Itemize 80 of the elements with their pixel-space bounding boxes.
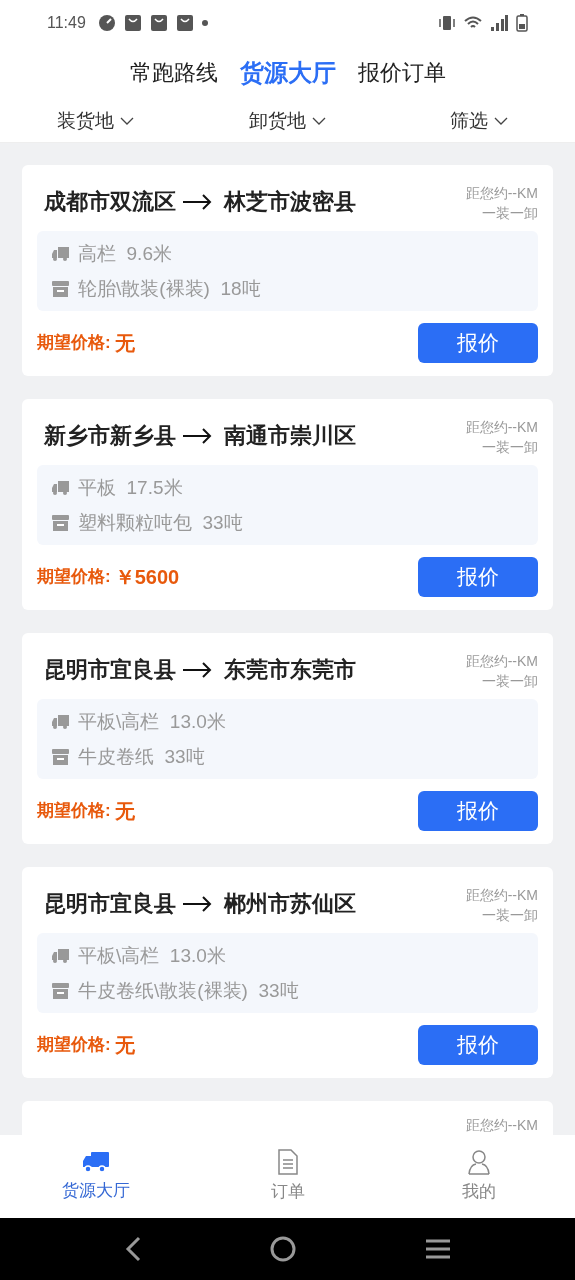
user-icon bbox=[467, 1148, 492, 1175]
dot-icon bbox=[201, 19, 208, 26]
cargo-text: 牛皮卷纸\散装(裸装) 33吨 bbox=[78, 979, 299, 1003]
vehicle-text: 平板\高栏 13.0米 bbox=[78, 944, 226, 968]
signal-icon bbox=[490, 14, 508, 31]
truck-icon bbox=[51, 713, 70, 730]
destination-city: 东莞市东莞市 bbox=[224, 656, 356, 684]
price-label: 期望价格: bbox=[37, 566, 111, 589]
top-tab[interactable]: 报价订单 bbox=[357, 56, 446, 89]
quote-button[interactable]: 报价 bbox=[418, 557, 538, 597]
document-icon bbox=[276, 1148, 299, 1175]
quote-button[interactable]: 报价 bbox=[418, 791, 538, 831]
home-icon[interactable] bbox=[269, 1236, 296, 1262]
price-label: 期望价格: bbox=[37, 332, 111, 355]
truck-icon bbox=[51, 479, 70, 496]
bottom-tab[interactable]: 订单 bbox=[191, 1135, 384, 1218]
top-tab[interactable]: 货源大厅 bbox=[239, 54, 336, 91]
load-type-text: 一装一卸 bbox=[482, 906, 538, 925]
quote-button[interactable]: 报价 bbox=[418, 323, 538, 363]
chevron-down-icon bbox=[312, 117, 326, 125]
cargo-card[interactable]: 昆明市宜良县 郴州市苏仙区 距您约--KM 一装一卸 平板\高栏 13.0米 牛皮卷纸\散装(裸装) 33吨 期望价格: 无 报价 bbox=[22, 867, 553, 1078]
vehicle-text: 高栏 9.6米 bbox=[78, 242, 172, 266]
origin-city: 成都市双流区 bbox=[44, 188, 176, 216]
price-value: 无 bbox=[114, 1033, 135, 1058]
truck-icon bbox=[51, 245, 70, 262]
cargo-card[interactable]: 新乡市新乡县 南通市崇川区 距您约--KM 一装一卸 平板 17.5米 塑料颗粒吨包 33吨 期望价格: ￥5600 报价 bbox=[22, 399, 553, 610]
origin-city: 昆明市宜良县 bbox=[44, 890, 176, 918]
price-value: ￥5600 bbox=[114, 565, 180, 590]
arrow-icon bbox=[182, 661, 212, 678]
vehicle-text: 平板\高栏 13.0米 bbox=[78, 710, 226, 734]
arrow-icon bbox=[182, 193, 212, 210]
bottom-tab[interactable]: 货源大厅 bbox=[0, 1135, 192, 1218]
distance-text: 距您约--KM bbox=[465, 184, 538, 203]
destination-city: 林芝市波密县 bbox=[224, 188, 356, 216]
cargo-card[interactable]: 昆明市宜良县 东莞市东莞市 距您约--KM 一装一卸 平板\高栏 13.0米 牛皮卷纸 33吨 期望价格: 无 报价 bbox=[22, 633, 553, 844]
price-value: 无 bbox=[114, 331, 135, 356]
shopping-bag-icon bbox=[175, 13, 194, 32]
menu-icon[interactable] bbox=[424, 1238, 451, 1260]
battery-icon bbox=[516, 13, 528, 32]
box-icon bbox=[51, 279, 70, 298]
cargo-text: 轮胎\散装(裸装) 18吨 bbox=[78, 277, 261, 301]
speedometer-icon bbox=[97, 13, 116, 32]
shopping-bag-icon bbox=[123, 13, 142, 32]
destination-city: 郴州市苏仙区 bbox=[224, 890, 356, 918]
cargo-card[interactable]: 成都市双流区 林芝市波密县 距您约--KM 一装一卸 高栏 9.6米 轮胎\散装(裸装) 18吨 期望价格: 无 报价 bbox=[22, 165, 553, 376]
distance-text: 距您约--KM bbox=[465, 1116, 538, 1135]
box-icon bbox=[51, 747, 70, 766]
filter-dropdown[interactable]: 卸货地 bbox=[191, 106, 384, 136]
box-icon bbox=[51, 513, 70, 532]
filter-dropdown[interactable]: 筛选 bbox=[383, 106, 575, 136]
arrow-icon bbox=[182, 895, 212, 912]
distance-text: 距您约--KM bbox=[465, 886, 538, 905]
quote-button[interactable]: 报价 bbox=[418, 1025, 538, 1065]
price-label: 期望价格: bbox=[37, 1034, 111, 1057]
destination-city: 南通市崇川区 bbox=[224, 422, 356, 450]
top-tab[interactable]: 常跑路线 bbox=[129, 56, 218, 89]
cargo-text: 塑料颗粒吨包 33吨 bbox=[78, 511, 243, 535]
truck-icon bbox=[51, 947, 70, 964]
price-label: 期望价格: bbox=[37, 800, 111, 823]
chevron-down-icon bbox=[120, 117, 135, 125]
box-icon bbox=[51, 981, 70, 1000]
filter-dropdown[interactable]: 装货地 bbox=[0, 106, 192, 136]
load-type-text: 一装一卸 bbox=[482, 204, 538, 223]
shopping-bag-icon bbox=[149, 13, 168, 32]
load-type-text: 一装一卸 bbox=[482, 672, 538, 691]
distance-text: 距您约--KM bbox=[465, 418, 538, 437]
origin-city: 昆明市宜良县 bbox=[44, 656, 176, 684]
load-type-text: 一装一卸 bbox=[482, 438, 538, 457]
chevron-down-icon bbox=[494, 117, 509, 125]
cargo-text: 牛皮卷纸 33吨 bbox=[78, 745, 205, 769]
truck-icon bbox=[81, 1149, 110, 1174]
origin-city: 新乡市新乡县 bbox=[44, 422, 176, 450]
price-value: 无 bbox=[114, 799, 135, 824]
vehicle-text: 平板 17.5米 bbox=[78, 476, 183, 500]
bottom-tab[interactable]: 我的 bbox=[383, 1135, 575, 1218]
clock-time: 11:49 bbox=[47, 12, 86, 33]
back-icon[interactable] bbox=[124, 1236, 141, 1262]
arrow-icon bbox=[182, 427, 212, 444]
vibrate-icon bbox=[438, 14, 456, 31]
distance-text: 距您约--KM bbox=[465, 652, 538, 671]
